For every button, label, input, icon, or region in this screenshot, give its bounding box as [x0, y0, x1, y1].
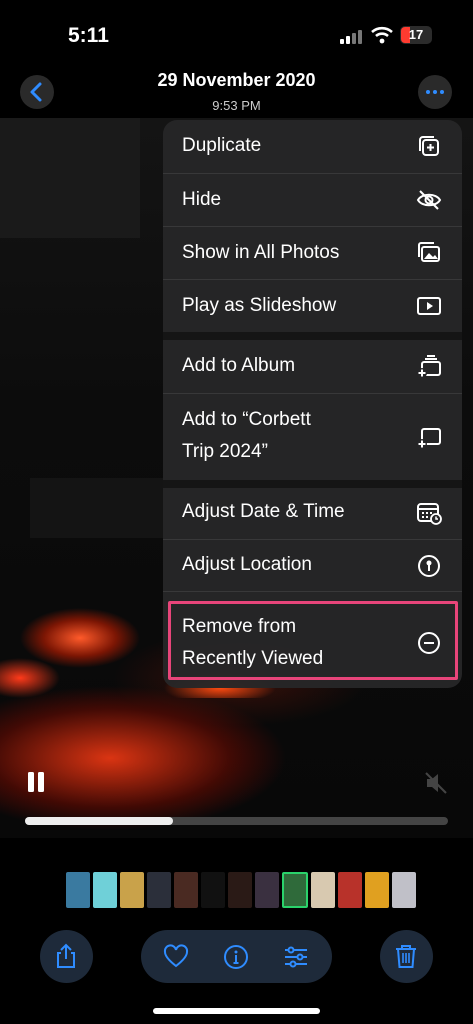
thumbnail[interactable] [282, 872, 308, 908]
add-album-icon [417, 355, 441, 378]
menu-item-label-line1: Add to “Corbett [182, 409, 311, 430]
thumbnail[interactable] [392, 872, 416, 908]
thumbnail-strip[interactable] [66, 872, 416, 910]
menu-item-label-line2: Trip 2024” [182, 441, 268, 462]
menu-item-add-to-album[interactable]: Add to Album [163, 340, 462, 393]
thumbnail[interactable] [147, 872, 171, 908]
menu-item-adjust-location[interactable]: Adjust Location [163, 539, 462, 591]
add-to-album-icon [417, 428, 441, 449]
share-button[interactable] [40, 930, 93, 983]
menu-item-add-to-corbett-trip[interactable]: Add to “Corbett Trip 2024” [163, 393, 462, 480]
duplicate-icon [419, 136, 439, 156]
location-icon [418, 555, 440, 577]
menu-item-adjust-date-time[interactable]: Adjust Date & Time [163, 488, 462, 539]
menu-item-label: Duplicate [182, 135, 262, 156]
thumbnail[interactable] [93, 872, 117, 908]
thumbnail[interactable] [228, 872, 252, 908]
speaker-muted-icon[interactable] [423, 770, 449, 796]
eye-slash-icon [416, 190, 442, 210]
menu-item-label: Adjust Date & Time [182, 501, 345, 522]
thumbnail[interactable] [66, 872, 90, 908]
more-button[interactable] [418, 75, 452, 109]
info-icon[interactable] [223, 944, 249, 970]
thumbnail[interactable] [120, 872, 144, 908]
photo-time: 9:53 PM [212, 98, 261, 113]
menu-item-label: Play as Slideshow [182, 295, 337, 316]
highlight-box [168, 601, 458, 680]
toolbar-pill [141, 930, 332, 983]
thumbnail[interactable] [311, 872, 335, 908]
thumbnail[interactable] [365, 872, 389, 908]
status-time: 5:11 [68, 24, 109, 47]
thumbnail[interactable] [174, 872, 198, 908]
menu-item-show-in-all-photos[interactable]: Show in All Photos [163, 226, 462, 279]
battery-indicator: 17 [400, 26, 432, 44]
menu-item-label: Add to Album [182, 355, 296, 376]
delete-button[interactable] [380, 930, 433, 983]
photo-date: 29 November 2020 [157, 70, 316, 90]
menu-item-label: Hide [182, 189, 222, 210]
pause-icon[interactable] [26, 771, 46, 793]
heart-icon[interactable] [163, 944, 189, 970]
photo-shadow [30, 478, 170, 538]
play-rectangle-icon [417, 297, 441, 315]
video-scrubber[interactable] [25, 817, 448, 825]
thumbnail[interactable] [201, 872, 225, 908]
menu-item-label: Adjust Location [182, 554, 312, 575]
menu-item-duplicate[interactable]: Duplicate [163, 120, 462, 173]
menu-item-play-slideshow[interactable]: Play as Slideshow [163, 279, 462, 332]
scrubber-progress [25, 817, 174, 825]
adjust-sliders-icon[interactable] [283, 944, 309, 970]
status-bar: 5:11 17 [0, 0, 473, 70]
menu-item-hide[interactable]: Hide [163, 173, 462, 226]
menu-item-label: Show in All Photos [182, 242, 340, 263]
share-icon [57, 943, 75, 968]
ellipsis-icon [426, 90, 444, 94]
calendar-clock-icon [417, 503, 442, 525]
thumbnail[interactable] [338, 872, 362, 908]
trash-icon [396, 945, 416, 968]
battery-percent: 17 [408, 27, 424, 42]
wifi-icon [371, 26, 393, 44]
cellular-signal-icon [340, 30, 362, 44]
menu-separator [163, 332, 462, 340]
home-indicator [153, 1008, 320, 1014]
menu-separator [163, 480, 462, 488]
thumbnail[interactable] [255, 872, 279, 908]
photos-icon [418, 242, 440, 262]
photo-wall [0, 118, 140, 238]
